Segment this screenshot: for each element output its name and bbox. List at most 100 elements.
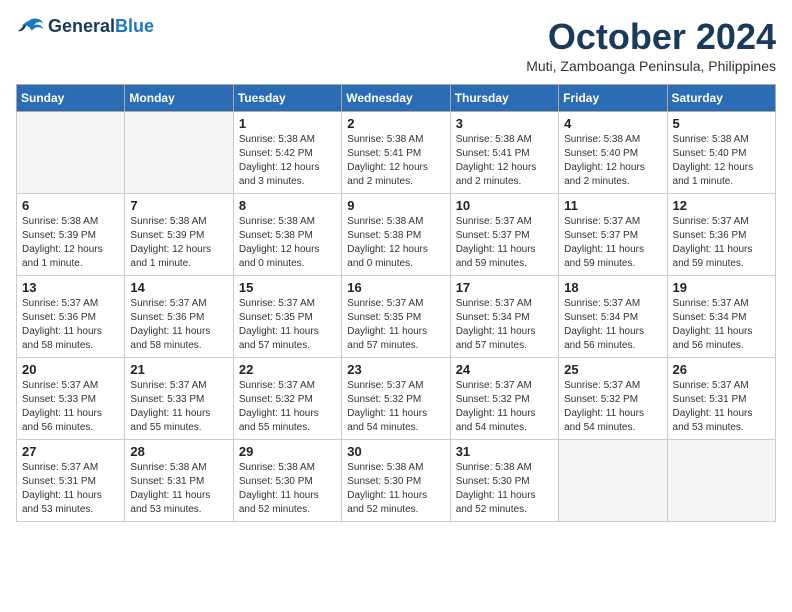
sunset-text: Sunset: 5:38 PM bbox=[239, 230, 313, 241]
day-info: Sunrise: 5:37 AMSunset: 5:36 PMDaylight:… bbox=[673, 215, 770, 271]
weekday-header-wednesday: Wednesday bbox=[342, 85, 450, 112]
day-number: 7 bbox=[130, 198, 227, 213]
day-info: Sunrise: 5:38 AM Sunset: 5:38 PM Daylight:… bbox=[239, 215, 336, 271]
calendar-cell: 2Sunrise: 5:38 AMSunset: 5:41 PMDaylight… bbox=[342, 112, 450, 194]
day-number: 18 bbox=[564, 280, 661, 295]
title-block: October 2024 Muti, Zamboanga Peninsula, … bbox=[526, 16, 776, 74]
sunrise-text: Sunrise: 5:38 AM bbox=[239, 216, 315, 227]
calendar-cell: 26Sunrise: 5:37 AMSunset: 5:31 PMDayligh… bbox=[667, 358, 775, 440]
sunset-text: Sunset: 5:40 PM bbox=[564, 148, 638, 159]
calendar-cell: 28Sunrise: 5:38 AMSunset: 5:31 PMDayligh… bbox=[125, 440, 233, 522]
day-number: 25 bbox=[564, 362, 661, 377]
calendar-week-row: 20Sunrise: 5:37 AMSunset: 5:33 PMDayligh… bbox=[17, 358, 776, 440]
day-info: Sunrise: 5:37 AMSunset: 5:32 PMDaylight:… bbox=[564, 379, 661, 435]
day-number: 1 bbox=[239, 116, 336, 131]
daylight-text: Daylight: 11 hours and 54 minutes. bbox=[347, 408, 427, 433]
sunset-text: Sunset: 5:31 PM bbox=[22, 476, 96, 487]
calendar-cell: 11Sunrise: 5:37 AMSunset: 5:37 PMDayligh… bbox=[559, 194, 667, 276]
calendar-cell: 24Sunrise: 5:37 AMSunset: 5:32 PMDayligh… bbox=[450, 358, 558, 440]
day-info: Sunrise: 5:38 AMSunset: 5:30 PMDaylight:… bbox=[456, 461, 553, 517]
calendar-cell: 7 Sunrise: 5:38 AM Sunset: 5:39 PM Daylight… bbox=[125, 194, 233, 276]
daylight-text: Daylight: 12 hours and 1 minute. bbox=[130, 244, 211, 269]
sunrise-text: Sunrise: 5:37 AM bbox=[673, 298, 749, 309]
day-info: Sunrise: 5:37 AMSunset: 5:33 PMDaylight:… bbox=[22, 379, 119, 435]
day-info: Sunrise: 5:38 AMSunset: 5:39 PMDaylight:… bbox=[22, 215, 119, 271]
calendar-cell: 27 Sunrise: 5:37 AMSunset: 5:31 PMDayligh… bbox=[17, 440, 125, 522]
sunrise-text: Sunrise: 5:37 AM bbox=[347, 298, 423, 309]
day-number: 10 bbox=[456, 198, 553, 213]
sunset-text: Sunset: 5:34 PM bbox=[456, 312, 530, 323]
day-number: 19 bbox=[673, 280, 770, 295]
sunset-text: Sunset: 5:35 PM bbox=[347, 312, 421, 323]
calendar-cell: 21Sunrise: 5:37 AMSunset: 5:33 PMDayligh… bbox=[125, 358, 233, 440]
location-subtitle: Muti, Zamboanga Peninsula, Philippines bbox=[526, 58, 776, 74]
calendar-cell bbox=[559, 440, 667, 522]
day-number: 16 bbox=[347, 280, 444, 295]
calendar-cell: 14Sunrise: 5:37 AMSunset: 5:36 PMDayligh… bbox=[125, 276, 233, 358]
day-number: 27 bbox=[22, 444, 119, 459]
sunset-text: Sunset: 5:41 PM bbox=[456, 148, 530, 159]
sunset-text: Sunset: 5:38 PM bbox=[347, 230, 421, 241]
day-info: Sunrise: 5:37 AMSunset: 5:35 PMDaylight:… bbox=[239, 297, 336, 353]
weekday-header-monday: Monday bbox=[125, 85, 233, 112]
sunrise-text: Sunrise: 5:38 AM bbox=[673, 134, 749, 145]
daylight-text: Daylight: 12 hours and 0 minutes. bbox=[239, 244, 320, 269]
sunrise-text: Sunrise: 5:37 AM bbox=[239, 380, 315, 391]
day-info: Sunrise: 5:38 AMSunset: 5:40 PMDaylight:… bbox=[564, 133, 661, 189]
weekday-header-tuesday: Tuesday bbox=[233, 85, 341, 112]
calendar-table: SundayMondayTuesdayWednesdayThursdayFrid… bbox=[16, 84, 776, 522]
calendar-cell: 9Sunrise: 5:38 AMSunset: 5:38 PMDaylight… bbox=[342, 194, 450, 276]
daylight-text: Daylight: 11 hours and 59 minutes. bbox=[456, 244, 536, 269]
daylight-text: Daylight: 11 hours and 52 minutes. bbox=[456, 490, 536, 515]
day-info: Sunrise: 5:38 AMSunset: 5:40 PMDaylight:… bbox=[673, 133, 770, 189]
daylight-text: Daylight: 12 hours and 0 minutes. bbox=[347, 244, 428, 269]
weekday-header-saturday: Saturday bbox=[667, 85, 775, 112]
sunset-text: Sunset: 5:30 PM bbox=[347, 476, 421, 487]
day-number: 31 bbox=[456, 444, 553, 459]
sunrise-text: Sunrise: 5:37 AM bbox=[456, 380, 532, 391]
day-info: Sunrise: 5:38 AMSunset: 5:30 PMDaylight:… bbox=[239, 461, 336, 517]
calendar-cell: 22Sunrise: 5:37 AMSunset: 5:32 PMDayligh… bbox=[233, 358, 341, 440]
sunrise-text: Sunrise: 5:37 AM bbox=[564, 380, 640, 391]
day-info: Sunrise: 5:38 AM Sunset: 5:39 PM Daylight:… bbox=[130, 215, 227, 271]
day-number: 9 bbox=[347, 198, 444, 213]
day-number: 28 bbox=[130, 444, 227, 459]
daylight-text: Daylight: 12 hours and 2 minutes. bbox=[347, 162, 428, 187]
calendar-cell: 20Sunrise: 5:37 AMSunset: 5:33 PMDayligh… bbox=[17, 358, 125, 440]
sunrise-text: Sunrise: 5:37 AM bbox=[456, 216, 532, 227]
sunrise-text: Sunrise: 5:38 AM bbox=[130, 462, 206, 473]
calendar-cell: 16 Sunrise: 5:37 AM Sunset: 5:35 PM Dayligh… bbox=[342, 276, 450, 358]
daylight-text: Daylight: 11 hours and 57 minutes. bbox=[347, 326, 427, 351]
calendar-cell: 6Sunrise: 5:38 AMSunset: 5:39 PMDaylight… bbox=[17, 194, 125, 276]
sunset-text: Sunset: 5:39 PM bbox=[130, 230, 204, 241]
sunrise-text: Sunrise: 5:38 AM bbox=[130, 216, 206, 227]
daylight-text: Daylight: 11 hours and 53 minutes. bbox=[22, 490, 102, 515]
daylight-text: Daylight: 12 hours and 2 minutes. bbox=[456, 162, 537, 187]
day-info: Sunrise: 5:38 AMSunset: 5:42 PMDaylight:… bbox=[239, 133, 336, 189]
day-number: 14 bbox=[130, 280, 227, 295]
day-info: Sunrise: 5:37 AM Sunset: 5:35 PM Daylight:… bbox=[347, 297, 444, 353]
sunset-text: Sunset: 5:33 PM bbox=[130, 394, 204, 405]
sunrise-text: Sunrise: 5:37 AM bbox=[130, 380, 206, 391]
calendar-cell: 4Sunrise: 5:38 AMSunset: 5:40 PMDaylight… bbox=[559, 112, 667, 194]
sunrise-text: Sunrise: 5:38 AM bbox=[22, 216, 98, 227]
sunset-text: Sunset: 5:39 PM bbox=[22, 230, 96, 241]
sunrise-text: Sunrise: 5:38 AM bbox=[456, 462, 532, 473]
sunrise-text: Sunrise: 5:37 AM bbox=[22, 298, 98, 309]
calendar-week-row: 6Sunrise: 5:38 AMSunset: 5:39 PMDaylight… bbox=[17, 194, 776, 276]
calendar-week-row: 27 Sunrise: 5:37 AMSunset: 5:31 PMDayligh… bbox=[17, 440, 776, 522]
day-number: 29 bbox=[239, 444, 336, 459]
daylight-text: Daylight: 11 hours and 58 minutes. bbox=[130, 326, 210, 351]
day-number: 26 bbox=[673, 362, 770, 377]
sunset-text: Sunset: 5:34 PM bbox=[564, 312, 638, 323]
logo: GeneralBlue bbox=[16, 16, 154, 38]
day-info: Sunrise: 5:37 AMSunset: 5:31 PMDaylight:… bbox=[22, 461, 119, 517]
daylight-text: Daylight: 11 hours and 56 minutes. bbox=[564, 326, 644, 351]
calendar-cell: 13Sunrise: 5:37 AMSunset: 5:36 PMDayligh… bbox=[17, 276, 125, 358]
day-number: 12 bbox=[673, 198, 770, 213]
day-info: Sunrise: 5:37 AMSunset: 5:34 PMDaylight:… bbox=[673, 297, 770, 353]
sunset-text: Sunset: 5:36 PM bbox=[22, 312, 96, 323]
calendar-week-row: 13Sunrise: 5:37 AMSunset: 5:36 PMDayligh… bbox=[17, 276, 776, 358]
daylight-text: Daylight: 11 hours and 53 minutes. bbox=[673, 408, 753, 433]
day-info: Sunrise: 5:37 AMSunset: 5:34 PMDaylight:… bbox=[456, 297, 553, 353]
